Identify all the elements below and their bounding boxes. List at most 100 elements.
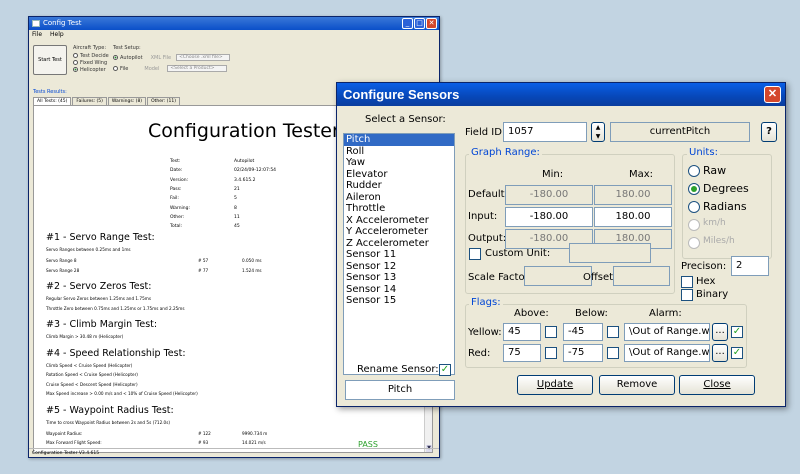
update-button[interactable]: Update: [517, 375, 593, 395]
remove-button[interactable]: Remove: [599, 375, 675, 395]
sensor-item[interactable]: Y Accelerometer: [344, 226, 454, 238]
unit-radio[interactable]: [688, 201, 700, 213]
rename-sensor-checkbox[interactable]: ✓: [439, 364, 451, 376]
field-id-spinner-icon[interactable]: ▲ ▼: [591, 122, 605, 142]
custom-unit-input[interactable]: [569, 243, 651, 263]
alarm-enabled-checkbox[interactable]: ✓: [731, 347, 743, 359]
radio-helicopter[interactable]: Helicopter: [73, 66, 109, 73]
sensor-item[interactable]: Yaw: [344, 157, 454, 169]
help-button[interactable]: ?: [761, 122, 777, 142]
report-line: Servo Range 28 # 77 1.524 ms: [46, 268, 262, 273]
offset-input[interactable]: [613, 266, 670, 286]
radio-fixed-wing[interactable]: Fixed Wing: [73, 59, 109, 66]
flag-above-input[interactable]: 75: [503, 344, 541, 362]
tab-other[interactable]: Other: (11): [147, 97, 180, 105]
maximize-icon[interactable]: □: [414, 18, 425, 29]
custom-unit-checkbox[interactable]: [469, 248, 481, 260]
flag-above-checkbox[interactable]: [545, 347, 557, 359]
report-line: Climb Speed < Cruise Speed (Helicopter): [46, 363, 132, 368]
test-results-label: Tests Results:: [33, 89, 67, 95]
radio-file[interactable]: File Model <Select a Product>: [113, 65, 230, 72]
sensor-item[interactable]: Sensor 15: [344, 295, 454, 307]
xml-file-input[interactable]: <Choose .xml file>: [176, 54, 231, 61]
flag-below-checkbox[interactable]: [607, 326, 619, 338]
flag-below-checkbox[interactable]: [607, 347, 619, 359]
alarm-label: Alarm:: [649, 308, 682, 319]
sensor-item[interactable]: Aileron: [344, 192, 454, 204]
summary-value: 5: [234, 196, 237, 202]
report-line: Waypoint Radius: # 122 9990.734 m: [46, 431, 267, 436]
unit-radio: [688, 219, 700, 231]
precision-input[interactable]: 2: [731, 256, 769, 276]
binary-checkbox[interactable]: [681, 289, 693, 301]
hex-label: Hex: [696, 276, 716, 287]
report-line: Cruise Speed < Descent Speed (Helicopter…: [46, 382, 138, 387]
range-min-input[interactable]: -180.00: [505, 207, 593, 227]
hex-checkbox[interactable]: [681, 276, 693, 288]
sensor-item[interactable]: Sensor 13: [344, 272, 454, 284]
sensor-listbox[interactable]: Pitch Roll Yaw Elevator Rudder Aileron Throttl…: [343, 133, 455, 375]
sensor-item[interactable]: Z Accelerometer: [344, 238, 454, 250]
report-line: Climb Margin > 30.48 m (Helicopter): [46, 334, 123, 339]
summary-row: Fail: 5: [170, 196, 290, 201]
field-id-input[interactable]: 1057: [503, 122, 587, 142]
line-text: Climb Margin > 30.48 m (Helicopter): [46, 334, 124, 339]
summary-key: Date:: [170, 168, 183, 174]
field-name-display: currentPitch: [610, 122, 750, 142]
unit-radio[interactable]: [688, 183, 700, 195]
app-icon: [32, 20, 40, 27]
unit-radio: [688, 237, 700, 249]
flag-below-input[interactable]: -75: [563, 344, 603, 362]
precision-label: Precison:: [681, 261, 727, 272]
tab-failures[interactable]: Failures: (5): [72, 97, 107, 105]
summary-row: Warning: 8: [170, 206, 290, 211]
summary-value: 21: [234, 186, 240, 192]
dialog-close-icon[interactable]: ✕: [764, 86, 781, 103]
model-select[interactable]: <Select a Product>: [167, 65, 228, 72]
report-line: Time to cross Waypoint Radius between 2s…: [46, 420, 170, 425]
range-max-input[interactable]: 180.00: [594, 207, 672, 227]
sensor-item[interactable]: Throttle: [344, 203, 454, 215]
sensor-item[interactable]: Rudder: [344, 180, 454, 192]
radio-test-decide[interactable]: Test Decide: [73, 52, 109, 59]
alarm-file-input[interactable]: \Out of Range.wav: [624, 344, 710, 362]
sensor-item[interactable]: Pitch: [344, 134, 454, 146]
alarm-file-input[interactable]: \Out of Range.wav: [624, 323, 710, 341]
menu-help[interactable]: Help: [50, 30, 64, 40]
summary-value: 8: [234, 205, 237, 211]
sensor-item[interactable]: Sensor 11: [344, 249, 454, 261]
alarm-browse-button[interactable]: ...: [712, 344, 728, 362]
close-button[interactable]: Close: [679, 375, 755, 395]
alarm-browse-button[interactable]: ...: [712, 323, 728, 341]
rename-sensor-input[interactable]: Pitch: [345, 380, 455, 400]
section-heading: #4 - Speed Relationship Test:: [46, 347, 186, 359]
line-text: Regular Servo Zeros between 1.25ms and 1…: [46, 296, 152, 301]
status-bar: Configuration Tester V3.4.615: [29, 448, 439, 457]
unit-radio[interactable]: [688, 165, 700, 177]
scale-factor-input[interactable]: [524, 266, 592, 286]
unit-label: Radians: [703, 200, 747, 213]
aircraft-type-label: Aircraft Type:: [73, 45, 107, 51]
scale-factor-label: Scale Factor:: [468, 272, 532, 283]
sensor-item[interactable]: X Accelerometer: [344, 215, 454, 227]
menu-file[interactable]: File: [32, 30, 42, 40]
flag-above-checkbox[interactable]: [545, 326, 557, 338]
start-test-button[interactable]: Start Test: [33, 45, 67, 75]
summary-key: Version:: [170, 177, 189, 183]
minimize-icon[interactable]: _: [402, 18, 413, 29]
flag-below-input[interactable]: -45: [563, 323, 603, 341]
alarm-enabled-checkbox[interactable]: ✓: [731, 326, 743, 338]
max-label: Max:: [629, 169, 654, 180]
sensor-item[interactable]: Elevator: [344, 169, 454, 181]
units-label: Units:: [687, 147, 720, 158]
radio-autopilot[interactable]: Autopilot XML File <Choose .xml file>: [113, 54, 231, 61]
sensor-item[interactable]: Roll: [344, 146, 454, 158]
flag-above-input[interactable]: 45: [503, 323, 541, 341]
sensor-item[interactable]: Sensor 14: [344, 284, 454, 296]
sensor-item[interactable]: Sensor 12: [344, 261, 454, 273]
line-param: # 57: [198, 258, 209, 263]
tab-warnings[interactable]: Warnings: (8): [107, 97, 147, 105]
tab-all-tests[interactable]: All Tests: (45): [33, 97, 72, 105]
close-icon[interactable]: ✕: [426, 18, 437, 29]
summary-row: Date: 02/24/09-12:07:54: [170, 168, 290, 173]
